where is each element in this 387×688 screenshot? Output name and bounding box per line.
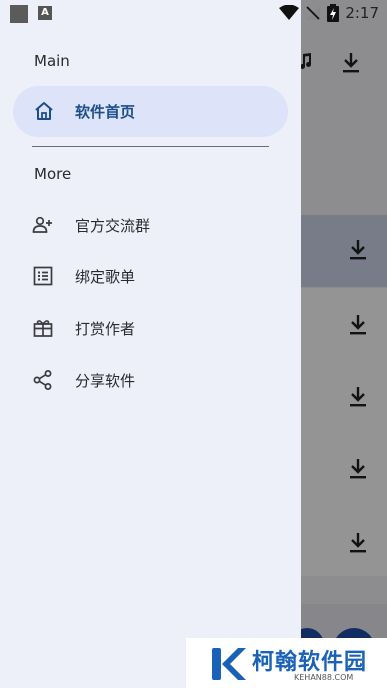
drawer-item-donate-label: 打赏作者 [75,320,136,338]
main-section-label: Main [34,52,70,70]
group-add-icon [32,216,52,233]
gift-icon [33,320,53,337]
notification-a-icon: A [38,6,52,20]
drawer-item-share-label: 分享软件 [75,372,136,390]
navigation-drawer: Main 软件首页 More 官方交流群 绑定歌单 打赏作者 分享软件 [0,0,301,688]
battery-charging-icon [327,4,340,22]
drawer-item-group-label: 官方交流群 [75,217,151,235]
no-signal-icon [306,6,321,20]
drawer-divider [32,146,269,147]
app-notification-icon [10,5,28,23]
drawer-item-home[interactable]: 软件首页 [13,86,288,137]
drawer-item-playlist[interactable]: 绑定歌单 [0,256,301,296]
share-icon [33,370,52,390]
drawer-item-playlist-label: 绑定歌单 [75,268,136,286]
site-watermark: 柯翰软件园 KEHAN88.COM [186,638,387,688]
watermark-subtext: KEHAN88.COM [294,673,354,682]
clock-text: 2:17 [345,4,379,22]
watermark-text: 柯翰软件园 [252,650,368,675]
wifi-icon [279,5,300,20]
list-box-icon [33,266,53,286]
more-section-label: More [34,165,72,183]
watermark-logo-icon [212,648,246,680]
drawer-item-group[interactable]: 官方交流群 [0,205,301,245]
drawer-item-home-label: 软件首页 [75,103,136,121]
home-icon [35,102,53,120]
drawer-item-donate[interactable]: 打赏作者 [0,308,301,348]
status-bar: A 2:17 [0,0,387,28]
drawer-item-share[interactable]: 分享软件 [0,360,301,400]
